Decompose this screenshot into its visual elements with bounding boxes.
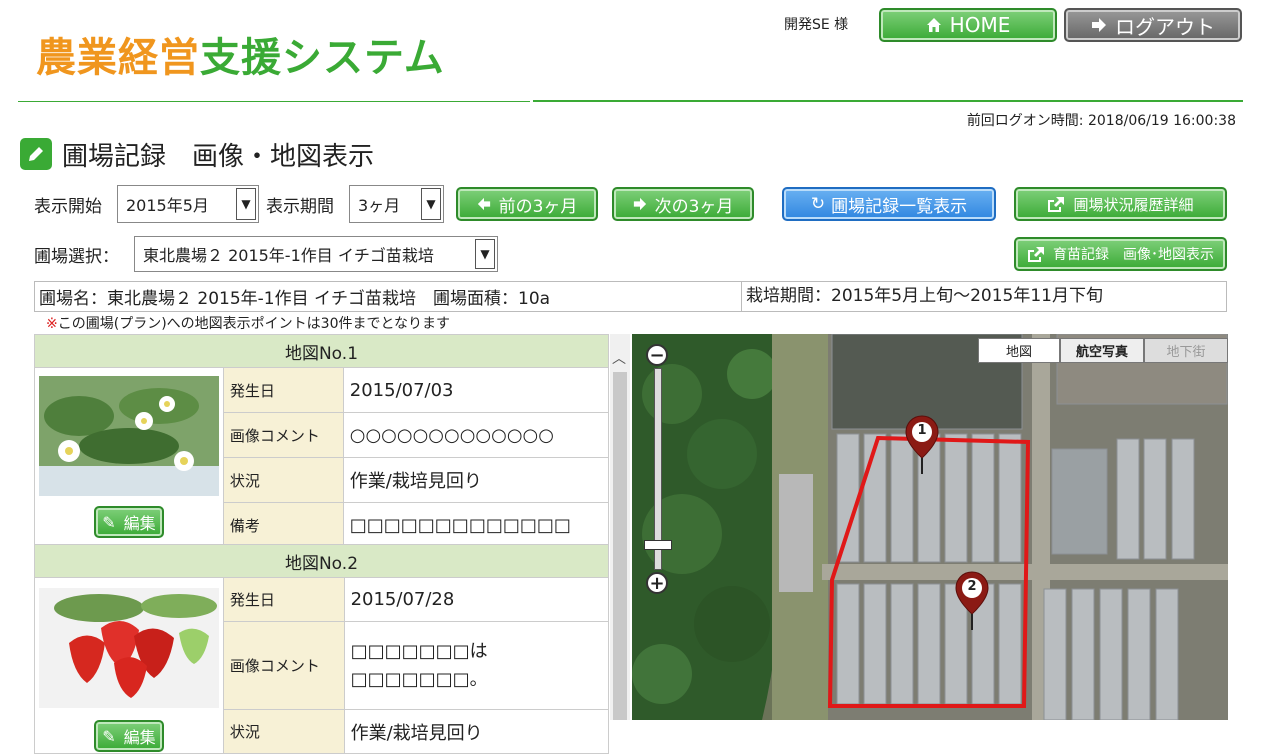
chevron-down-icon: ▼ xyxy=(421,188,441,220)
period-label: 表示期間 xyxy=(266,197,334,217)
header-divider-right xyxy=(533,100,1243,102)
tab-map[interactable]: 地図 xyxy=(978,338,1060,363)
chevron-down-icon: ▼ xyxy=(236,188,256,220)
logout-button-label: ログアウト xyxy=(1115,14,1215,39)
zoom-slider-handle[interactable] xyxy=(644,540,672,550)
map-marker-1[interactable]: 1 xyxy=(904,414,940,474)
marker-number: 2 xyxy=(967,579,977,594)
prev-period-label: 前の3ヶ月 xyxy=(498,196,578,217)
home-icon xyxy=(926,18,941,32)
row-value: 作業/栽培見回り xyxy=(342,457,610,503)
edit-button-label: 編集 xyxy=(123,514,156,533)
row-value: 2015/07/03 xyxy=(342,367,610,413)
user-label: 開発SE 様 xyxy=(784,17,849,33)
header-divider-left xyxy=(18,101,530,102)
last-logon-time: 前回ログオン時間: 2018/06/19 16:00:38 xyxy=(966,113,1236,129)
field-select-label: 圃場選択： xyxy=(34,247,119,267)
field-info-bar: 圃場名：東北農場２ 2015年-1作目 イチゴ苗栽培 圃場面積：10a 栽培期間… xyxy=(34,281,1227,312)
share-icon xyxy=(1028,247,1044,262)
start-month-value: 2015年5月 xyxy=(126,196,209,215)
pencil-icon xyxy=(20,138,52,170)
seedling-record-label: 育苗記録 画像･地図表示 xyxy=(1053,247,1214,263)
arrow-left-icon xyxy=(477,197,490,211)
record-header: 地図No.2 xyxy=(34,544,609,578)
start-label: 表示開始 xyxy=(34,197,102,217)
scroll-up-icon[interactable]: ︿ xyxy=(612,348,626,368)
field-name-area: 圃場名：東北農場２ 2015年-1作目 イチゴ苗栽培 圃場面積：10a xyxy=(39,289,551,309)
aerial-map[interactable]: − + 地図 航空写真 地下街 1 2 xyxy=(632,334,1228,720)
edit-button-label: 編集 xyxy=(123,728,156,747)
note-text: この圃場(プラン)への地図表示ポイントは30件までとなります xyxy=(57,316,451,332)
row-label: 状況 xyxy=(222,457,344,503)
record-list-label: 圃場記録一覧表示 xyxy=(831,196,968,217)
row-label: 状況 xyxy=(222,709,345,754)
app-logo: 農業経営支援システム xyxy=(36,34,445,82)
home-button[interactable]: HOME xyxy=(879,8,1057,42)
record-photo-cell: ✎ 編集 xyxy=(34,577,224,754)
marker-number: 1 xyxy=(917,423,927,438)
share-icon xyxy=(1048,197,1065,212)
next-period-button[interactable]: 次の3ヶ月 xyxy=(612,187,754,221)
row-label: 備考 xyxy=(222,502,344,548)
page-title: 圃場記録 画像・地図表示 xyxy=(62,142,375,172)
row-label: 画像コメント xyxy=(222,621,345,710)
field-select[interactable]: 東北農場２ 2015年-1作目 イチゴ苗栽培 ▼ xyxy=(134,236,498,272)
strawberry-fruit-photo xyxy=(38,588,219,708)
map-point-note: ※この圃場(プラン)への地図表示ポイントは30件までとなります xyxy=(46,313,450,333)
pencil-icon: ✎ xyxy=(102,726,116,746)
row-value: ○○○○○○○○○○○○○ xyxy=(342,412,610,458)
row-value: □□□□□□□は□□□□□□□。 xyxy=(343,621,610,710)
chevron-down-icon: ▼ xyxy=(475,239,495,269)
record-table-1: 地図No.1 ✎ 編集 発生日 2015/07/03 画像コメント ○○○○○○ xyxy=(34,334,610,548)
home-button-label: HOME xyxy=(949,13,1011,37)
pencil-icon: ✎ xyxy=(102,512,116,532)
strawberry-flower-photo xyxy=(38,376,219,496)
period-value: 3ヶ月 xyxy=(358,196,401,215)
row-label: 発生日 xyxy=(222,577,345,622)
status-history-button[interactable]: 圃場状況履歴詳細 xyxy=(1014,187,1227,221)
refresh-icon: ↻ xyxy=(810,194,826,214)
arrow-right-icon xyxy=(633,197,646,211)
record-table-2: 地図No.2 ✎ 編集 発生日 2015/07/28 画像コメント □□□□□□… xyxy=(34,544,610,754)
row-label: 画像コメント xyxy=(222,412,344,458)
note-mark: ※ xyxy=(46,316,58,332)
logout-button[interactable]: ログアウト xyxy=(1064,8,1242,42)
record-list-button[interactable]: ↻ 圃場記録一覧表示 xyxy=(782,187,996,221)
map-marker-2[interactable]: 2 xyxy=(954,570,990,630)
status-history-label: 圃場状況履歴詳細 xyxy=(1073,195,1194,214)
plus-icon: + xyxy=(649,572,665,594)
zoom-out-button[interactable]: − xyxy=(646,344,668,366)
edit-button[interactable]: ✎ 編集 xyxy=(93,506,164,538)
row-value: 作業/栽培見回り xyxy=(343,709,610,754)
logo-part2: 支援システム xyxy=(200,35,445,81)
zoom-in-button[interactable]: + xyxy=(646,572,668,594)
row-value: 2015/07/28 xyxy=(343,577,610,622)
next-period-label: 次の3ヶ月 xyxy=(654,196,734,217)
tab-underground[interactable]: 地下街 xyxy=(1144,338,1228,363)
scrollbar-thumb[interactable] xyxy=(613,372,627,720)
arrow-right-icon xyxy=(1092,18,1106,32)
tab-aerial[interactable]: 航空写真 xyxy=(1060,338,1144,363)
map-type-tabs: 地図 航空写真 地下街 xyxy=(978,338,1228,363)
record-header: 地図No.1 xyxy=(34,334,609,368)
field-select-value: 東北農場２ 2015年-1作目 イチゴ苗栽培 xyxy=(143,246,434,265)
period-select[interactable]: 3ヶ月 ▼ xyxy=(349,185,444,223)
row-value: □□□□□□□□□□□□□ xyxy=(342,502,610,548)
row-label: 発生日 xyxy=(222,367,344,413)
minus-icon: − xyxy=(649,344,665,366)
start-month-select[interactable]: 2015年5月 ▼ xyxy=(117,185,259,223)
logo-part1: 農業経営 xyxy=(36,35,200,81)
seedling-record-button[interactable]: 育苗記録 画像･地図表示 xyxy=(1014,237,1227,271)
prev-period-button[interactable]: 前の3ヶ月 xyxy=(456,187,598,221)
cultivation-period: 栽培期間：2015年5月上旬～2015年11月下旬 xyxy=(741,282,1103,311)
aerial-photo xyxy=(632,334,1228,720)
edit-button[interactable]: ✎ 編集 xyxy=(93,720,164,752)
record-photo-cell: ✎ 編集 xyxy=(34,367,224,548)
